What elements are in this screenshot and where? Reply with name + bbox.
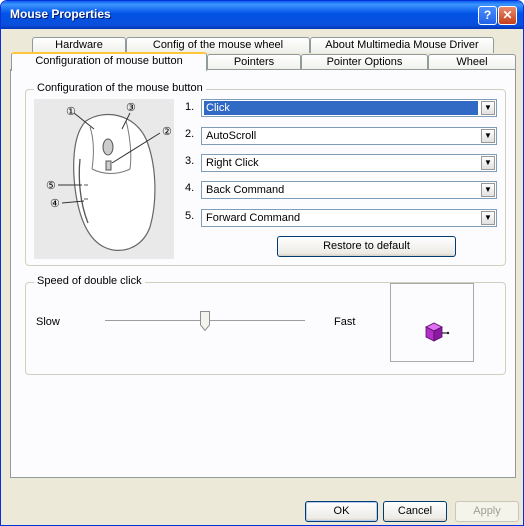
tab-config-mouse-wheel[interactable]: Config of the mouse wheel [126,37,310,53]
chevron-down-icon[interactable]: ▼ [481,183,495,197]
button-5-select[interactable]: Forward Command ▼ [201,209,497,227]
mouse-diagram: ① ② ③ ④ ⑤ [34,99,174,259]
button-4-select[interactable]: Back Command ▼ [201,181,497,199]
close-button[interactable]: ✕ [498,6,517,25]
button-3-select[interactable]: Right Click ▼ [201,154,497,172]
chevron-down-icon[interactable]: ▼ [481,101,495,115]
row-number-3: 3. [185,155,195,167]
window-title: Mouse Properties [10,7,111,21]
slow-label: Slow [36,316,60,328]
diagram-label-5: ⑤ [46,180,56,192]
tab-hardware[interactable]: Hardware [32,37,126,53]
double-click-test-area[interactable] [390,283,474,362]
button-4-value: Back Command [206,184,285,196]
tab-about-driver[interactable]: About Multimedia Mouse Driver [310,37,494,53]
row-number-1: 1. [185,101,195,113]
ok-button[interactable]: OK [305,501,378,522]
tab-pointer-options[interactable]: Pointer Options [301,54,428,70]
cancel-button[interactable]: Cancel [383,501,447,522]
button-1-select[interactable]: Click ▼ [201,99,497,117]
row-number-4: 4. [185,182,195,194]
apply-button[interactable]: Apply [455,501,519,522]
chevron-down-icon[interactable]: ▼ [481,211,495,225]
help-button[interactable]: ? [478,6,497,25]
button-2-value: AutoScroll [206,130,257,142]
chevron-down-icon[interactable]: ▼ [481,129,495,143]
title-bar[interactable]: Mouse Properties ? ✕ [1,1,523,29]
diagram-label-4: ④ [50,198,60,210]
diagram-label-3: ③ [126,102,136,114]
double-click-group-label: Speed of double click [34,275,145,287]
chevron-down-icon[interactable]: ▼ [481,156,495,170]
row-number-2: 2. [185,128,195,140]
tab-wheel[interactable]: Wheel [428,54,516,70]
slider-thumb-icon[interactable] [200,311,210,331]
fast-label: Fast [334,316,356,328]
diagram-label-2: ② [162,126,172,138]
restore-default-button[interactable]: Restore to default [277,236,456,257]
mouse-properties-window: Mouse Properties ? ✕ Hardware Config of … [0,0,524,526]
tab-configuration-mouse-button[interactable]: Configuration of mouse button [11,52,207,71]
tab-pointers[interactable]: Pointers [207,54,301,70]
button-5-value: Forward Command [206,212,301,224]
row-number-5: 5. [185,210,195,222]
button-2-select[interactable]: AutoScroll ▼ [201,127,497,145]
button-config-group-label: Configuration of the mouse button [34,82,206,94]
diagram-label-1: ① [66,106,76,118]
button-1-value: Click [204,101,478,115]
test-cube-icon[interactable] [424,321,450,343]
button-3-value: Right Click [206,157,259,169]
